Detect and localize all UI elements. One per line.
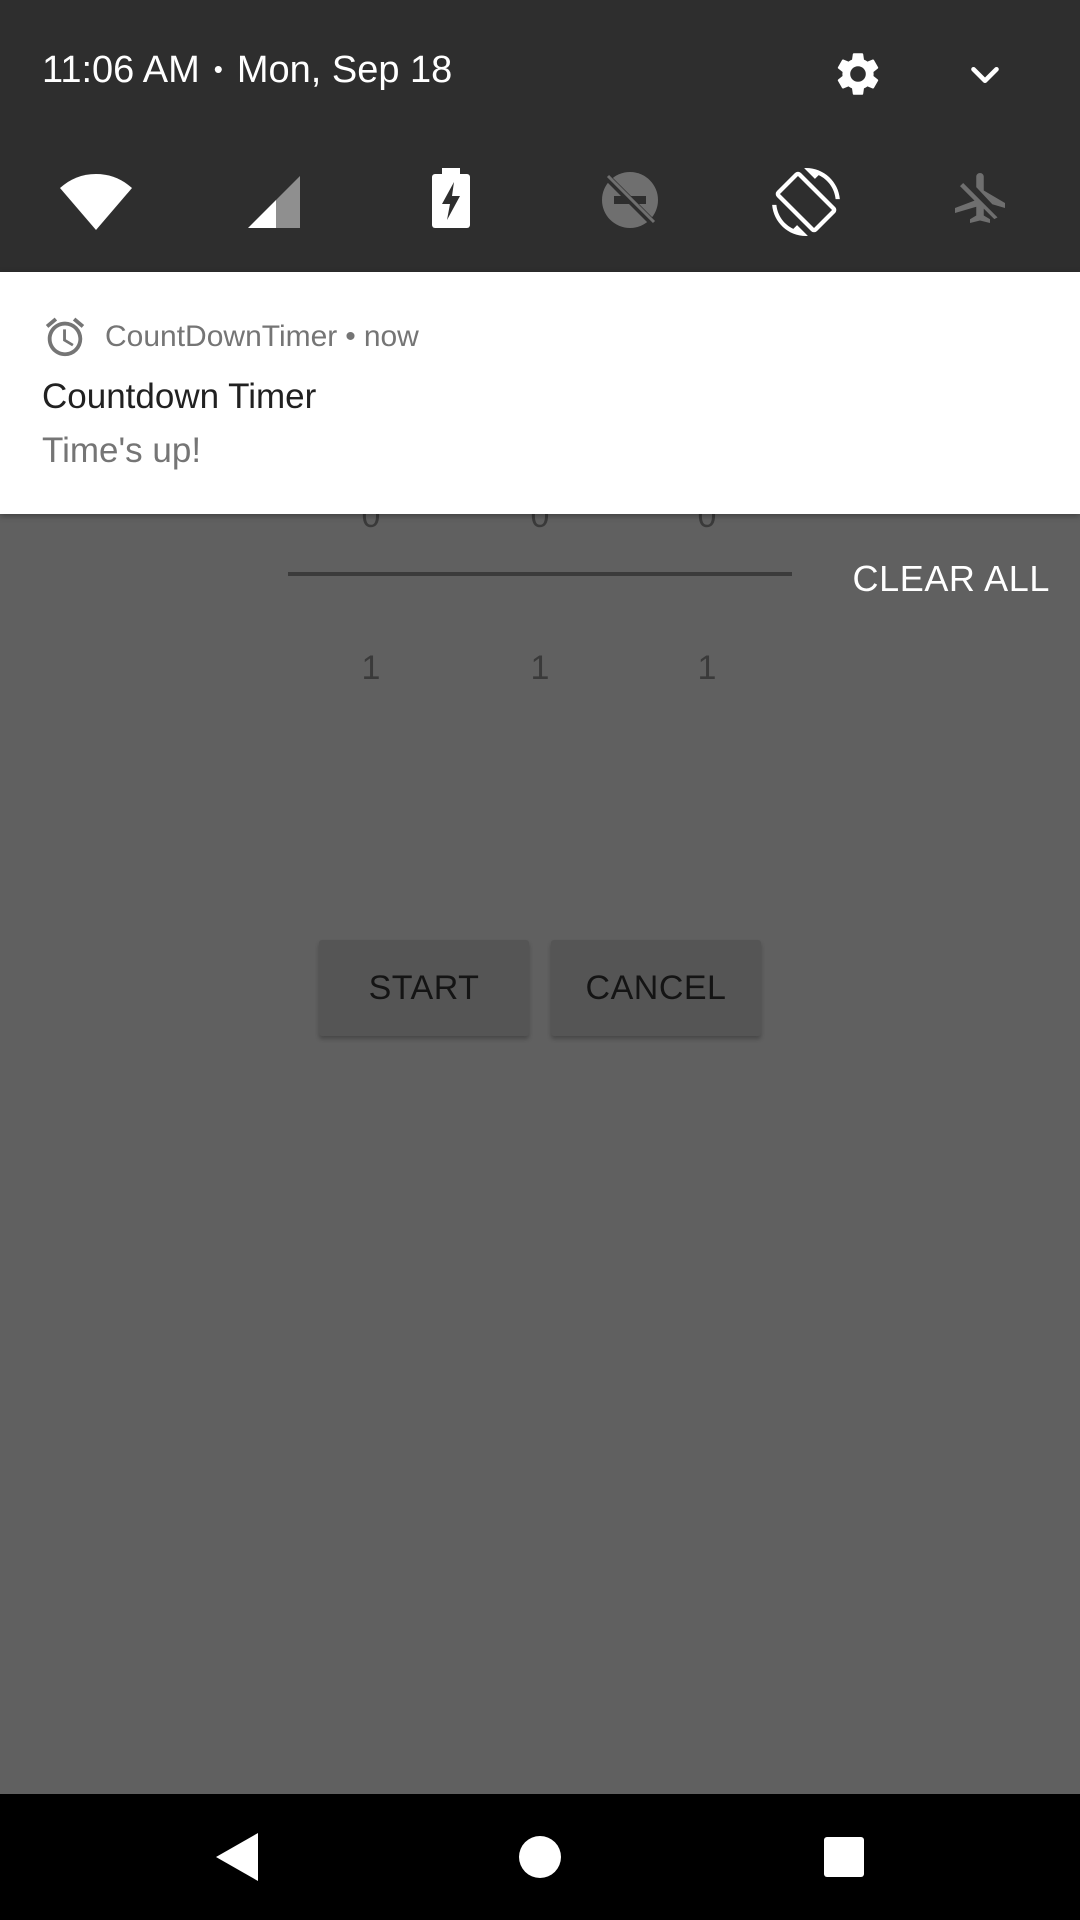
quick-settings-header: 11:06 AM • Mon, Sep 18 bbox=[0, 0, 1080, 272]
picker-hours-next-value[interactable]: 1 bbox=[341, 638, 401, 698]
cellular-signal-icon[interactable] bbox=[244, 168, 320, 244]
home-icon bbox=[519, 1836, 561, 1878]
notification-separator: • bbox=[345, 320, 356, 353]
notification-header: CountDownTimer • now bbox=[105, 314, 419, 360]
cancel-button[interactable]: CANCEL bbox=[551, 940, 761, 1036]
recents-icon bbox=[824, 1837, 864, 1877]
notification-app-name: CountDownTimer bbox=[105, 320, 338, 353]
start-button[interactable]: START bbox=[319, 940, 529, 1036]
home-button[interactable] bbox=[470, 1794, 610, 1920]
navigation-bar bbox=[0, 1794, 1080, 1920]
notification-card[interactable]: CountDownTimer • now Countdown Timer Time'… bbox=[0, 272, 1080, 514]
settings-gear-icon[interactable] bbox=[832, 48, 884, 100]
recents-button[interactable] bbox=[774, 1794, 914, 1920]
status-separator: • bbox=[213, 54, 223, 84]
picker-seconds-next-value[interactable]: 1 bbox=[677, 638, 737, 698]
status-datetime: 11:06 AM • Mon, Sep 18 bbox=[42, 44, 452, 94]
auto-rotate-icon[interactable] bbox=[772, 168, 848, 244]
picker-divider bbox=[288, 572, 792, 576]
notification-text: Time's up! bbox=[42, 431, 202, 470]
clear-all-button[interactable]: CLEAR ALL bbox=[820, 552, 1050, 606]
status-date: Mon, Sep 18 bbox=[236, 49, 453, 91]
notification-time: now bbox=[363, 320, 419, 353]
alarm-clock-icon bbox=[42, 314, 88, 360]
airplane-mode-off-icon[interactable] bbox=[950, 168, 1026, 244]
wifi-icon[interactable] bbox=[56, 168, 136, 244]
do-not-disturb-off-icon[interactable] bbox=[598, 168, 674, 244]
picker-minutes-next-value[interactable]: 1 bbox=[510, 638, 570, 698]
expand-chevron-icon[interactable] bbox=[962, 52, 1008, 98]
number-picker-bottom-row: 1 1 1 bbox=[0, 638, 1080, 698]
back-button[interactable] bbox=[166, 1794, 306, 1920]
status-time: 11:06 AM bbox=[42, 49, 200, 91]
notification-title: Countdown Timer bbox=[42, 377, 317, 416]
battery-charging-icon[interactable] bbox=[428, 168, 504, 244]
back-icon bbox=[216, 1833, 258, 1881]
